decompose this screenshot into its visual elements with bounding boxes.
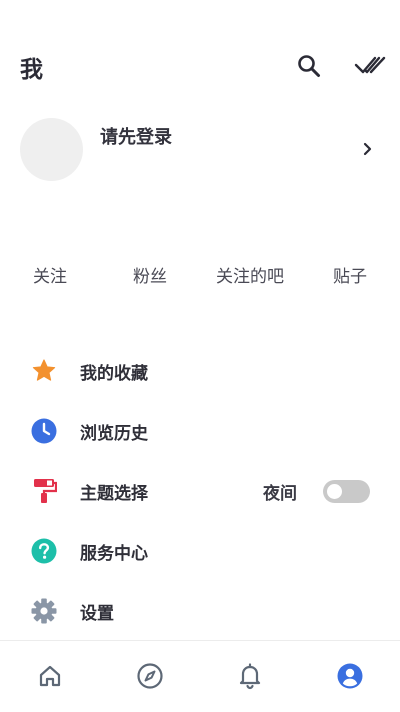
mark-all-read-button[interactable] <box>353 50 387 82</box>
chevron-right-icon[interactable] <box>358 138 378 160</box>
bottom-navigation <box>0 640 400 712</box>
menu-label-history: 浏览历史 <box>80 424 148 444</box>
star-icon <box>30 357 58 385</box>
home-icon <box>39 665 61 687</box>
clock-icon <box>30 417 58 445</box>
compass-icon <box>137 663 163 689</box>
nav-explore[interactable] <box>135 661 165 691</box>
menu-label-theme: 主题选择 <box>80 484 148 504</box>
bell-icon <box>239 663 261 690</box>
menu-item-favorites[interactable]: 我的收藏 <box>0 343 400 399</box>
stat-followers[interactable]: 粉丝 <box>100 262 200 287</box>
menu-item-service-center[interactable]: 服务中心 <box>0 523 400 579</box>
nav-home[interactable] <box>35 661 65 691</box>
user-circle-icon <box>337 663 363 689</box>
menu-item-history[interactable]: 浏览历史 <box>0 403 400 459</box>
help-icon <box>30 537 58 565</box>
night-mode-label: 夜间 <box>263 484 297 504</box>
avatar[interactable] <box>20 118 83 181</box>
nav-notifications[interactable] <box>235 661 265 691</box>
paint-roller-icon <box>30 477 58 505</box>
double-check-icon <box>354 56 386 74</box>
night-mode-toggle[interactable] <box>323 480 370 503</box>
profile-login-row[interactable]: 请先登录 <box>0 110 400 190</box>
menu-label-favorites: 我的收藏 <box>80 364 148 384</box>
stats-row: 关注 粉丝 关注的吧 贴子 <box>0 262 400 288</box>
menu-label-service-center: 服务中心 <box>80 544 148 564</box>
toggle-knob <box>327 484 342 499</box>
stat-following[interactable]: 关注 <box>0 262 100 287</box>
search-button[interactable] <box>293 50 325 82</box>
login-prompt[interactable]: 请先登录 <box>100 123 172 149</box>
stat-posts[interactable]: 贴子 <box>300 262 400 287</box>
menu-item-theme[interactable]: 主题选择 夜间 <box>0 463 400 519</box>
page-title: 我 <box>20 57 43 83</box>
header: 我 <box>0 0 400 100</box>
gear-icon <box>30 597 58 625</box>
search-icon <box>298 55 320 77</box>
stat-followed-bars[interactable]: 关注的吧 <box>200 262 300 287</box>
nav-me[interactable] <box>335 661 365 691</box>
menu-item-settings[interactable]: 设置 <box>0 583 400 639</box>
menu-label-settings: 设置 <box>80 604 114 624</box>
